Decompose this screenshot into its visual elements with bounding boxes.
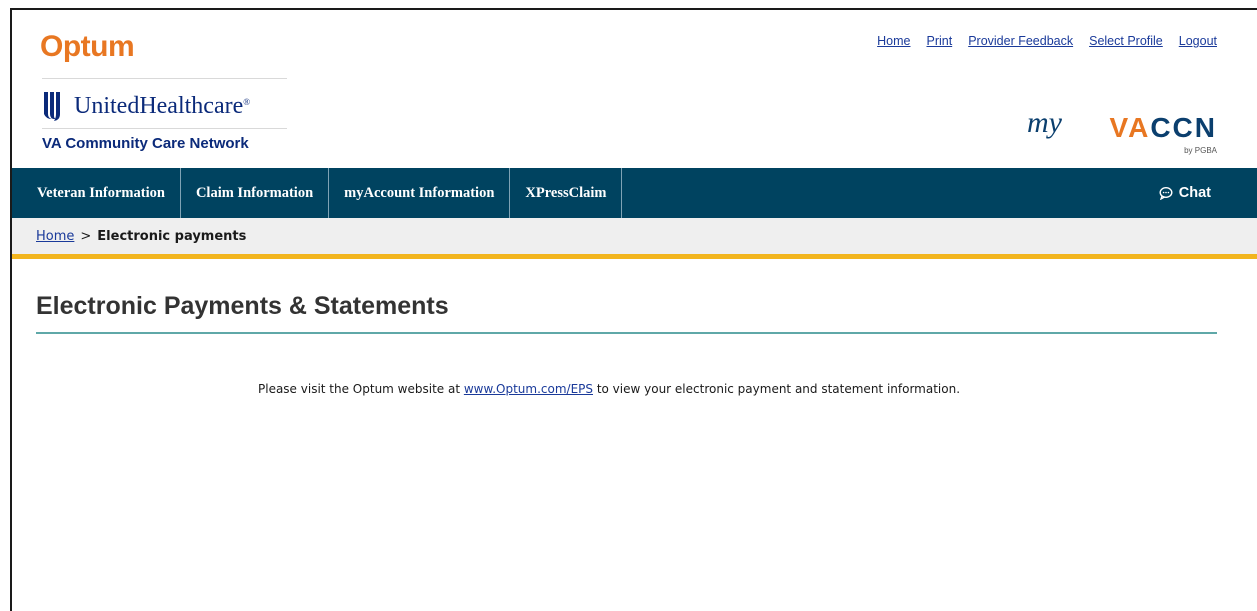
print-link[interactable]: Print [926, 34, 952, 48]
breadcrumb-current: Electronic payments [97, 228, 247, 244]
uhc-logo: UnitedHealthcare® [42, 88, 250, 124]
logout-link[interactable]: Logout [1179, 34, 1217, 48]
title-divider [36, 332, 1217, 334]
uhc-wordmark: UnitedHealthcare® [74, 92, 251, 119]
nav-xpressclaim[interactable]: XPressClaim [510, 168, 623, 218]
logo-divider [42, 128, 287, 129]
main-nav: Veteran Information Claim Information my… [12, 168, 1257, 218]
eps-message: Please visit the Optum website at www.Op… [258, 382, 961, 396]
breadcrumb-separator: > [80, 228, 92, 244]
select-profile-link[interactable]: Select Profile [1089, 34, 1163, 48]
myvaccn-wordmark: VACCN [1109, 112, 1217, 143]
chat-label: Chat [1178, 185, 1211, 201]
site-header: Optum UnitedHealthcare® VA Community Car… [12, 10, 1257, 168]
breadcrumb: Home > Electronic payments [12, 218, 1257, 254]
page-title: Electronic Payments & Statements [36, 292, 449, 320]
chat-bubble-icon [1159, 186, 1173, 200]
accent-bar [12, 254, 1257, 259]
optum-eps-link[interactable]: www.Optum.com/EPS [464, 382, 593, 396]
nav-myaccount-information[interactable]: myAccount Information [329, 168, 511, 218]
logo-divider [42, 78, 287, 79]
utility-links: Home Print Provider Feedback Select Prof… [877, 34, 1217, 48]
myvaccn-by-pgba: by PGBA [1184, 146, 1217, 155]
uhc-shield-icon [44, 92, 60, 121]
myvaccn-logo: my VACCN by PGBA [1027, 106, 1217, 162]
chat-button[interactable]: Chat [1159, 168, 1257, 218]
nav-claim-information[interactable]: Claim Information [181, 168, 330, 218]
nav-veteran-information[interactable]: Veteran Information [12, 168, 181, 218]
vaccn-label: VA Community Care Network [42, 135, 249, 152]
home-link[interactable]: Home [877, 34, 910, 48]
browser-frame: Optum UnitedHealthcare® VA Community Car… [10, 8, 1257, 611]
myvaccn-my: my [1027, 106, 1062, 139]
provider-feedback-link[interactable]: Provider Feedback [968, 34, 1073, 48]
optum-logo: Optum [40, 30, 135, 63]
breadcrumb-home-link[interactable]: Home [36, 229, 74, 244]
